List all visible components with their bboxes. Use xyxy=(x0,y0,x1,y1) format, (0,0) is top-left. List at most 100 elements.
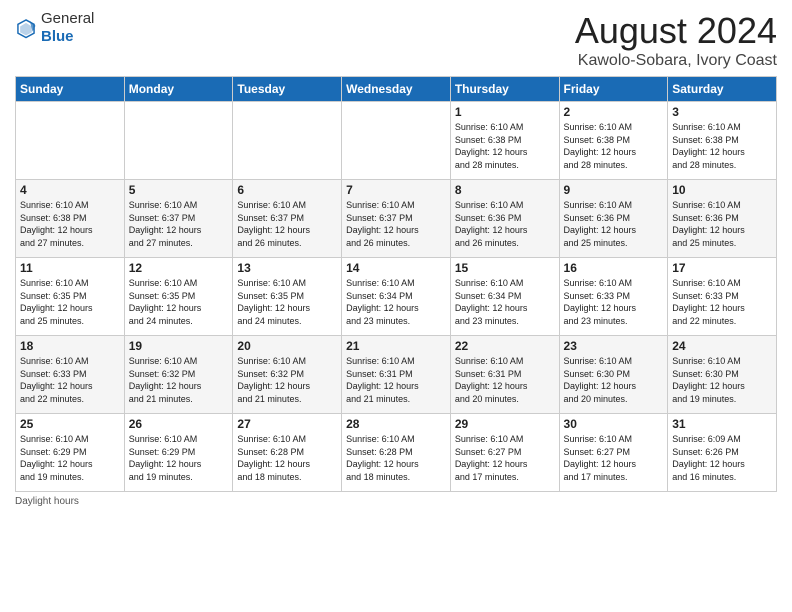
week-row-5: 25 Sunrise: 6:10 AM Sunset: 6:29 PM Dayli… xyxy=(16,414,777,492)
day-header-saturday: Saturday xyxy=(668,77,777,102)
day-header-sunday: Sunday xyxy=(16,77,125,102)
day-cell-18: 18Sunrise: 6:10 AM Sunset: 6:33 PM Dayli… xyxy=(16,336,125,414)
day-number: 21 xyxy=(346,339,446,353)
day-cell-6: 6 Sunrise: 6:10 AM Sunset: 6:37 PM Daylig… xyxy=(233,180,342,258)
day-number: 13 xyxy=(237,261,337,275)
calendar-body: 1 Sunrise: 6:10 AM Sunset: 6:38 PM Daylig… xyxy=(16,102,777,492)
day-info: Sunrise: 6:10 AM Sunset: 6:27 PM Dayligh… xyxy=(455,433,555,483)
day-header-friday: Friday xyxy=(559,77,668,102)
page-container: General Blue August 2024 Kawolo-Sobara, … xyxy=(0,0,792,517)
day-header-monday: Monday xyxy=(124,77,233,102)
day-number: 8 xyxy=(455,183,555,197)
day-info: Sunrise: 6:10 AM Sunset: 6:36 PM Dayligh… xyxy=(564,199,664,249)
day-number: 6 xyxy=(237,183,337,197)
day-info: Sunrise: 6:10 AM Sunset: 6:28 PM Dayligh… xyxy=(346,433,446,483)
header: General Blue August 2024 Kawolo-Sobara, … xyxy=(15,10,777,70)
day-cell-7: 7 Sunrise: 6:10 AM Sunset: 6:37 PM Daylig… xyxy=(342,180,451,258)
day-number: 3 xyxy=(672,105,772,119)
day-number: 9 xyxy=(564,183,664,197)
day-number: 11 xyxy=(20,261,120,275)
day-info: Sunrise: 6:10 AM Sunset: 6:37 PM Dayligh… xyxy=(346,199,446,249)
day-cell-24: 24 Sunrise: 6:10 AM Sunset: 6:30 PM Dayli… xyxy=(668,336,777,414)
day-number: 7 xyxy=(346,183,446,197)
day-header-wednesday: Wednesday xyxy=(342,77,451,102)
day-number: 24 xyxy=(672,339,772,353)
day-cell-4: 4Sunrise: 6:10 AM Sunset: 6:38 PM Daylig… xyxy=(16,180,125,258)
day-cell-29: 29 Sunrise: 6:10 AM Sunset: 6:27 PM Dayli… xyxy=(450,414,559,492)
day-number: 5 xyxy=(129,183,229,197)
day-info: Sunrise: 6:09 AM Sunset: 6:26 PM Dayligh… xyxy=(672,433,772,483)
calendar-header: SundayMondayTuesdayWednesdayThursdayFrid… xyxy=(16,77,777,102)
day-number: 28 xyxy=(346,417,446,431)
day-cell-22: 22Sunrise: 6:10 AM Sunset: 6:31 PM Dayli… xyxy=(450,336,559,414)
day-info: Sunrise: 6:10 AM Sunset: 6:38 PM Dayligh… xyxy=(20,199,120,249)
day-cell-5: 5Sunrise: 6:10 AM Sunset: 6:37 PM Daylig… xyxy=(124,180,233,258)
day-number: 31 xyxy=(672,417,772,431)
day-cell-empty-2 xyxy=(233,102,342,180)
day-number: 16 xyxy=(564,261,664,275)
day-number: 12 xyxy=(129,261,229,275)
day-number: 1 xyxy=(455,105,555,119)
month-title: August 2024 xyxy=(575,10,777,52)
day-cell-15: 15 Sunrise: 6:10 AM Sunset: 6:34 PM Dayli… xyxy=(450,258,559,336)
day-cell-21: 21Sunrise: 6:10 AM Sunset: 6:31 PM Dayli… xyxy=(342,336,451,414)
day-cell-empty-1 xyxy=(124,102,233,180)
logo-general: General xyxy=(41,10,94,27)
day-cell-31: 31 Sunrise: 6:09 AM Sunset: 6:26 PM Dayli… xyxy=(668,414,777,492)
day-number: 29 xyxy=(455,417,555,431)
day-cell-9: 9 Sunrise: 6:10 AM Sunset: 6:36 PM Daylig… xyxy=(559,180,668,258)
day-info: Sunrise: 6:10 AM Sunset: 6:38 PM Dayligh… xyxy=(455,121,555,171)
day-info: Sunrise: 6:10 AM Sunset: 6:29 PM Dayligh… xyxy=(129,433,229,483)
day-number: 26 xyxy=(129,417,229,431)
day-info: Sunrise: 6:10 AM Sunset: 6:35 PM Dayligh… xyxy=(20,277,120,327)
day-number: 25 xyxy=(20,417,120,431)
logo-icon xyxy=(15,17,37,39)
day-info: Sunrise: 6:10 AM Sunset: 6:30 PM Dayligh… xyxy=(672,355,772,405)
day-cell-17: 17Sunrise: 6:10 AM Sunset: 6:33 PM Dayli… xyxy=(668,258,777,336)
day-cell-30: 30Sunrise: 6:10 AM Sunset: 6:27 PM Dayli… xyxy=(559,414,668,492)
footer-note: Daylight hours xyxy=(15,496,777,507)
day-number: 18 xyxy=(20,339,120,353)
day-cell-10: 10Sunrise: 6:10 AM Sunset: 6:36 PM Dayli… xyxy=(668,180,777,258)
week-row-3: 11 Sunrise: 6:10 AM Sunset: 6:35 PM Dayli… xyxy=(16,258,777,336)
day-number: 22 xyxy=(455,339,555,353)
day-info: Sunrise: 6:10 AM Sunset: 6:33 PM Dayligh… xyxy=(672,277,772,327)
day-number: 15 xyxy=(455,261,555,275)
week-row-2: 4Sunrise: 6:10 AM Sunset: 6:38 PM Daylig… xyxy=(16,180,777,258)
day-cell-28: 28 Sunrise: 6:10 AM Sunset: 6:28 PM Dayli… xyxy=(342,414,451,492)
day-info: Sunrise: 6:10 AM Sunset: 6:32 PM Dayligh… xyxy=(129,355,229,405)
day-info: Sunrise: 6:10 AM Sunset: 6:34 PM Dayligh… xyxy=(346,277,446,327)
day-cell-2: 2Sunrise: 6:10 AM Sunset: 6:38 PM Daylig… xyxy=(559,102,668,180)
day-number: 2 xyxy=(564,105,664,119)
day-info: Sunrise: 6:10 AM Sunset: 6:35 PM Dayligh… xyxy=(237,277,337,327)
day-cell-empty-0 xyxy=(16,102,125,180)
day-cell-11: 11 Sunrise: 6:10 AM Sunset: 6:35 PM Dayli… xyxy=(16,258,125,336)
day-cell-1: 1 Sunrise: 6:10 AM Sunset: 6:38 PM Daylig… xyxy=(450,102,559,180)
day-cell-25: 25 Sunrise: 6:10 AM Sunset: 6:29 PM Dayli… xyxy=(16,414,125,492)
day-cell-13: 13 Sunrise: 6:10 AM Sunset: 6:35 PM Dayli… xyxy=(233,258,342,336)
day-cell-12: 12Sunrise: 6:10 AM Sunset: 6:35 PM Dayli… xyxy=(124,258,233,336)
day-info: Sunrise: 6:10 AM Sunset: 6:33 PM Dayligh… xyxy=(564,277,664,327)
day-cell-14: 14Sunrise: 6:10 AM Sunset: 6:34 PM Dayli… xyxy=(342,258,451,336)
logo: General Blue xyxy=(15,10,94,45)
day-cell-26: 26 Sunrise: 6:10 AM Sunset: 6:29 PM Dayli… xyxy=(124,414,233,492)
day-cell-8: 8 Sunrise: 6:10 AM Sunset: 6:36 PM Daylig… xyxy=(450,180,559,258)
location-title: Kawolo-Sobara, Ivory Coast xyxy=(575,52,777,70)
day-info: Sunrise: 6:10 AM Sunset: 6:34 PM Dayligh… xyxy=(455,277,555,327)
day-info: Sunrise: 6:10 AM Sunset: 6:36 PM Dayligh… xyxy=(672,199,772,249)
day-info: Sunrise: 6:10 AM Sunset: 6:38 PM Dayligh… xyxy=(672,121,772,171)
day-info: Sunrise: 6:10 AM Sunset: 6:30 PM Dayligh… xyxy=(564,355,664,405)
day-info: Sunrise: 6:10 AM Sunset: 6:29 PM Dayligh… xyxy=(20,433,120,483)
day-info: Sunrise: 6:10 AM Sunset: 6:37 PM Dayligh… xyxy=(237,199,337,249)
day-cell-3: 3 Sunrise: 6:10 AM Sunset: 6:38 PM Daylig… xyxy=(668,102,777,180)
week-row-4: 18Sunrise: 6:10 AM Sunset: 6:33 PM Dayli… xyxy=(16,336,777,414)
day-info: Sunrise: 6:10 AM Sunset: 6:32 PM Dayligh… xyxy=(237,355,337,405)
day-cell-23: 23 Sunrise: 6:10 AM Sunset: 6:30 PM Dayli… xyxy=(559,336,668,414)
day-number: 23 xyxy=(564,339,664,353)
calendar-table: SundayMondayTuesdayWednesdayThursdayFrid… xyxy=(15,76,777,492)
day-info: Sunrise: 6:10 AM Sunset: 6:36 PM Dayligh… xyxy=(455,199,555,249)
day-info: Sunrise: 6:10 AM Sunset: 6:27 PM Dayligh… xyxy=(564,433,664,483)
logo-text: General Blue xyxy=(41,10,94,45)
day-number: 19 xyxy=(129,339,229,353)
day-cell-20: 20Sunrise: 6:10 AM Sunset: 6:32 PM Dayli… xyxy=(233,336,342,414)
